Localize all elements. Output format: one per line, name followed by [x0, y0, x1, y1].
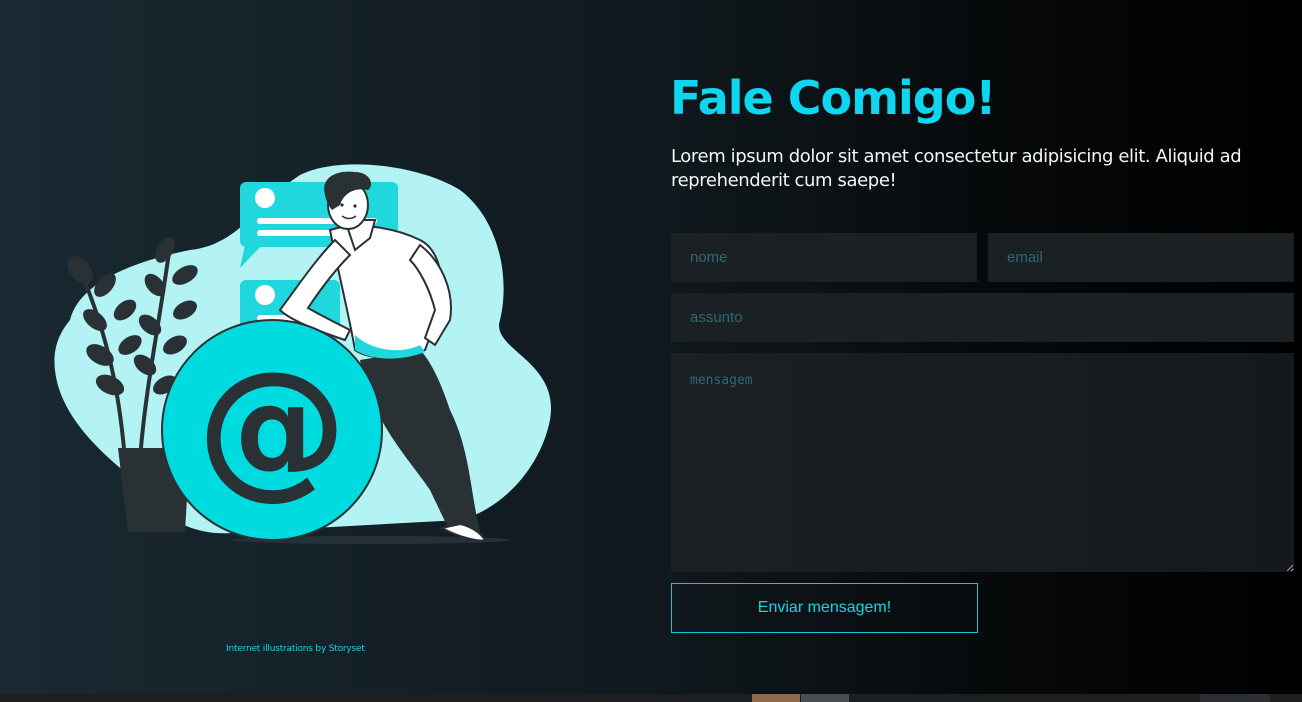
subject-input[interactable] [671, 293, 1294, 342]
illustration-credit[interactable]: Internet illustrations by Storyset [226, 644, 365, 654]
send-message-button[interactable]: Enviar mensagem! [671, 583, 978, 633]
message-textarea[interactable] [671, 353, 1294, 572]
name-input[interactable] [671, 233, 977, 282]
at-sign-icon: @ [161, 319, 383, 541]
email-illustration: @ [54, 164, 551, 544]
contact-page: @ Internet illustrations by Storyset Fal… [0, 0, 1302, 694]
taskbar-app-button[interactable] [801, 694, 849, 702]
svg-text:@: @ [197, 340, 347, 514]
taskbar [0, 694, 1302, 702]
taskbar-clock[interactable] [1200, 694, 1270, 702]
intro-text: Lorem ipsum dolor sit amet consectetur a… [671, 146, 1242, 191]
email-input[interactable] [988, 233, 1294, 282]
page-title: Fale Comigo! [670, 71, 996, 125]
taskbar-app-button[interactable] [752, 694, 800, 702]
